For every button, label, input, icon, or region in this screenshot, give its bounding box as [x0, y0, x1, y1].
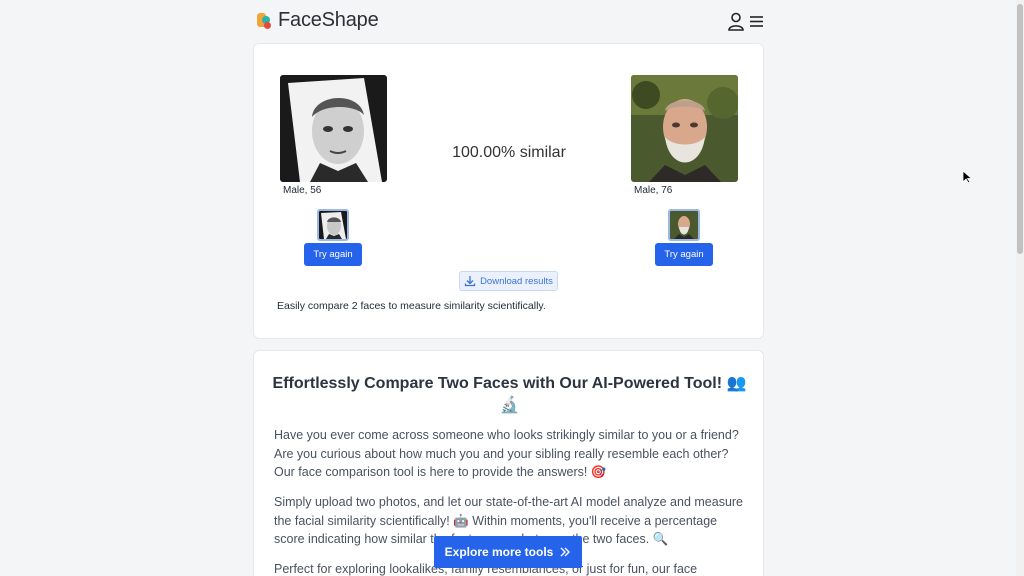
scrollbar-thumb[interactable]: [1017, 4, 1023, 254]
explore-more-tools-button[interactable]: Explore more tools: [434, 536, 582, 568]
logo-mark-icon: [256, 12, 272, 30]
left-face-photo: [280, 75, 387, 182]
article-title: Effortlessly Compare Two Faces with Our …: [272, 375, 747, 414]
logo-text: FaceShape: [278, 9, 379, 31]
left-face-thumbnail[interactable]: [317, 209, 349, 241]
double-chevron-right-icon: [560, 547, 571, 557]
download-results-label: Download results: [480, 275, 553, 287]
compare-caption: Easily compare 2 faces to measure simila…: [277, 300, 546, 312]
menu-icon[interactable]: [747, 11, 767, 31]
download-icon: [464, 276, 476, 287]
try-again-left-button[interactable]: Try again: [304, 243, 362, 266]
download-results-button[interactable]: Download results: [459, 271, 558, 291]
user-icon[interactable]: [726, 11, 746, 31]
explore-more-tools-label: Explore more tools: [444, 545, 554, 559]
page-scrollbar[interactable]: [1016, 0, 1024, 576]
similarity-score: 100.00% similar: [452, 144, 566, 161]
right-face-label: Male, 76: [634, 185, 673, 196]
compare-card: Male, 56 100.00% similar Male, 76 Try ag…: [253, 43, 764, 339]
left-face-label: Male, 56: [283, 185, 322, 196]
right-face-thumbnail[interactable]: [668, 209, 700, 241]
right-face-photo: [631, 75, 738, 182]
try-again-right-button[interactable]: Try again: [655, 243, 713, 266]
logo[interactable]: FaceShape: [256, 9, 379, 32]
article-paragraph-1: Have you ever come across someone who lo…: [274, 428, 739, 479]
site-header: FaceShape: [253, 6, 764, 36]
mouse-cursor-icon: [962, 170, 973, 184]
